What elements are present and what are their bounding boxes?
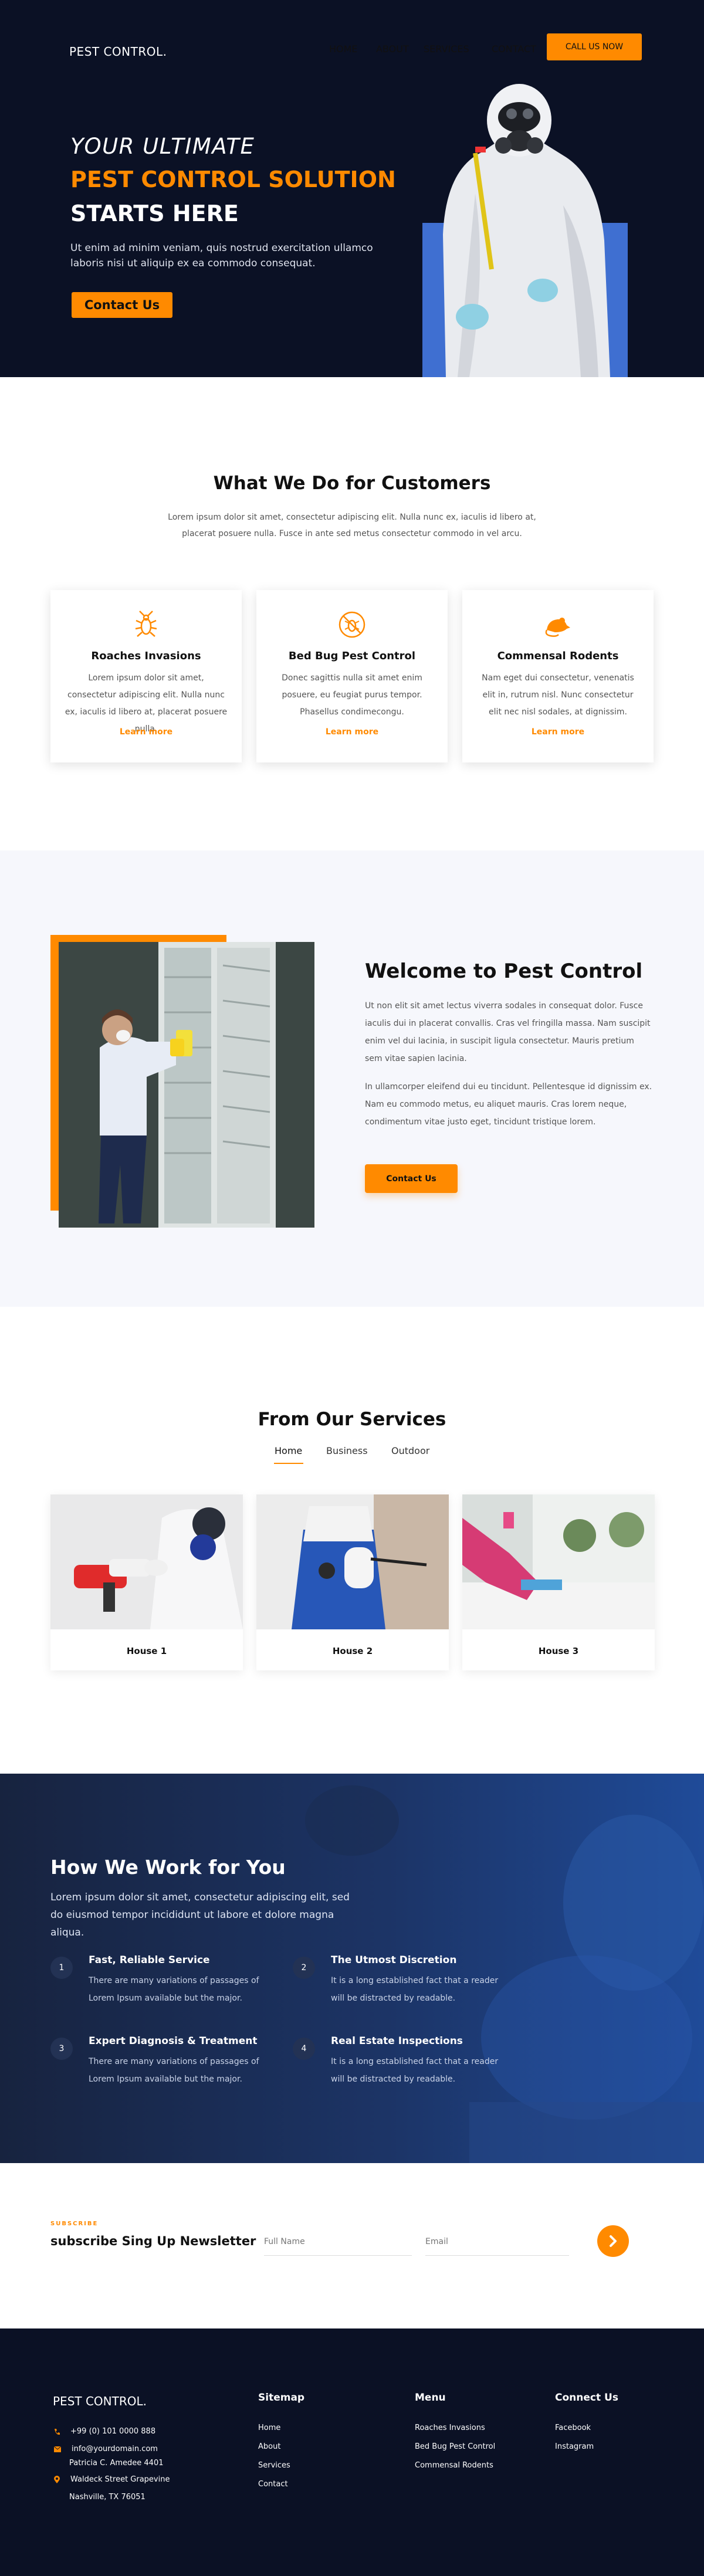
rat-icon: [545, 618, 570, 637]
card-title: Commensal Rodents: [497, 650, 619, 662]
hero-contact-button[interactable]: Contact Us: [72, 292, 172, 318]
what-text: Lorem ipsum dolor sit amet, consectetur …: [168, 513, 536, 538]
learn-more-link[interactable]: Learn more: [256, 727, 448, 737]
nav-home[interactable]: HOME: [329, 43, 358, 55]
what-title: What We Do for Customers: [213, 473, 491, 494]
address-line-2: Waldeck Street Grapevine: [70, 2475, 170, 2484]
logo[interactable]: PEST CONTROL.: [69, 45, 167, 59]
phone-icon: [55, 2428, 60, 2435]
card-text: Nam eget dui consectetur, venenatis elit…: [482, 673, 634, 717]
nav-about[interactable]: ABOUT: [376, 43, 409, 55]
service-item-label: House 2: [332, 1646, 373, 1656]
learn-more-link[interactable]: Learn more: [462, 727, 654, 737]
card-title: Roaches Invasions: [91, 650, 201, 662]
step-text: It is a long established fact that a rea…: [331, 1976, 499, 2003]
step-title: Fast, Reliable Service: [89, 1954, 210, 1966]
service-item[interactable]: House 3: [462, 1494, 655, 1670]
nav-services[interactable]: SERVICES: [424, 43, 469, 55]
footer-link-about[interactable]: About: [258, 2442, 280, 2451]
footer-facebook-link[interactable]: Facebook: [555, 2424, 591, 2432]
background-photo: [305, 1785, 704, 2163]
call-us-button[interactable]: CALL US NOW: [547, 33, 642, 60]
exterminator-image: [422, 84, 628, 377]
step-text: There are many variations of passages of…: [89, 2057, 259, 2084]
email-input[interactable]: [425, 2228, 569, 2256]
footer-email: info@yourdomain.com: [54, 2445, 158, 2453]
address-line-1: Patricia C. Amedee 4401: [69, 2459, 164, 2467]
how-title: How We Work for You: [50, 1856, 286, 1879]
step-number: 1: [50, 1957, 73, 1979]
card-title: Bed Bug Pest Control: [288, 650, 416, 662]
active-tab-indicator: [274, 1463, 303, 1464]
sitemap-heading: Sitemap: [258, 2392, 305, 2404]
step-number: 3: [50, 2038, 73, 2060]
step-number: 2: [293, 1957, 315, 1979]
email-text[interactable]: info@yourdomain.com: [72, 2445, 158, 2453]
nav-contact[interactable]: CONTACT: [492, 43, 536, 55]
hero-text: Ut enim ad minim veniam, quis nostrud ex…: [70, 242, 373, 269]
welcome-paragraph-2: In ullamcorper eleifend dui eu tincidunt…: [365, 1082, 652, 1127]
mail-icon: [54, 2446, 61, 2452]
welcome-paragraph-1: Ut non elit sit amet lectus viverra soda…: [365, 1001, 651, 1063]
tab-outdoor[interactable]: Outdoor: [391, 1445, 429, 1456]
how-text: Lorem ipsum dolor sit amet, consectetur …: [50, 1892, 350, 1938]
hero-section: PEST CONTROL. HOME ABOUT SERVICES CONTAC…: [0, 0, 704, 377]
services-title: From Our Services: [258, 1409, 446, 1430]
service-item-label: House 1: [126, 1646, 167, 1656]
hero-headline-1: YOUR ULTIMATE: [70, 134, 255, 159]
step-text: There are many variations of passages of…: [89, 1976, 259, 2003]
tab-business[interactable]: Business: [326, 1445, 368, 1456]
sprayer-worker-image: [256, 1494, 449, 1629]
step-text: It is a long established fact that a rea…: [331, 2057, 499, 2084]
learn-more-link[interactable]: Learn more: [50, 727, 242, 737]
service-card-roaches: Roaches Invasions Lorem ipsum dolor sit …: [50, 590, 242, 762]
footer-link-home[interactable]: Home: [258, 2424, 280, 2432]
service-item[interactable]: House 1: [50, 1494, 243, 1670]
full-name-input[interactable]: [264, 2228, 412, 2256]
footer: PEST CONTROL. +99 (0) 101 0000 888 info@…: [0, 2328, 704, 2576]
footer-menu-rodents[interactable]: Commensal Rodents: [415, 2461, 493, 2470]
step-title: The Utmost Discretion: [331, 1954, 457, 1966]
newsletter-title: subscribe Sing Up Newsletter: [50, 2234, 256, 2248]
step-title: Expert Diagnosis & Treatment: [89, 2035, 258, 2047]
window-cleaning-image: [462, 1494, 655, 1629]
welcome-contact-button[interactable]: Contact Us: [365, 1164, 458, 1193]
footer-instagram-link[interactable]: Instagram: [555, 2442, 594, 2451]
footer-menu-bedbug[interactable]: Bed Bug Pest Control: [415, 2442, 495, 2451]
menu-heading: Menu: [415, 2392, 446, 2404]
spray-gun-image: [50, 1494, 243, 1629]
page: PEST CONTROL. HOME ABOUT SERVICES CONTAC…: [0, 0, 704, 2576]
service-item-label: House 3: [538, 1646, 579, 1656]
footer-phone: +99 (0) 101 0000 888: [54, 2427, 155, 2436]
service-card-rodents: Commensal Rodents Nam eget dui consectet…: [462, 590, 654, 762]
step-number: 4: [293, 2038, 315, 2060]
card-text: Donec sagittis nulla sit amet enim posue…: [282, 673, 422, 717]
cleaning-window-image: [59, 942, 314, 1228]
footer-link-services[interactable]: Services: [258, 2461, 290, 2470]
address-line-3: Nashville, TX 76051: [69, 2493, 145, 2502]
chevron-right-icon: [610, 2235, 617, 2247]
welcome-title: Welcome to Pest Control: [365, 960, 643, 983]
footer-address: Waldeck Street Grapevine: [54, 2475, 170, 2484]
hero-headline-3: STARTS HERE: [70, 201, 239, 226]
tab-home[interactable]: Home: [275, 1445, 302, 1456]
welcome-section: Welcome to Pest Control Ut non elit sit …: [0, 850, 704, 1307]
footer-logo[interactable]: PEST CONTROL.: [53, 2394, 147, 2408]
footer-menu-roaches[interactable]: Roaches Invasions: [415, 2424, 485, 2432]
cockroach-icon: [135, 611, 157, 637]
step-title: Real Estate Inspections: [331, 2035, 463, 2047]
no-bug-icon: [339, 611, 365, 638]
newsletter-tag: SUBSCRIBE: [50, 2221, 99, 2227]
phone-text[interactable]: +99 (0) 101 0000 888: [70, 2427, 155, 2436]
map-pin-icon: [54, 2476, 60, 2483]
service-item[interactable]: House 2: [256, 1494, 449, 1670]
footer-link-contact[interactable]: Contact: [258, 2480, 288, 2489]
connect-heading: Connect Us: [555, 2392, 618, 2404]
hero-headline-2: PEST CONTROL SOLUTION: [70, 167, 396, 192]
how-we-work-section: How We Work for You Lorem ipsum dolor si…: [0, 1774, 704, 2163]
service-card-bedbug: Bed Bug Pest Control Donec sagittis null…: [256, 590, 448, 762]
subscribe-button[interactable]: [597, 2225, 629, 2257]
